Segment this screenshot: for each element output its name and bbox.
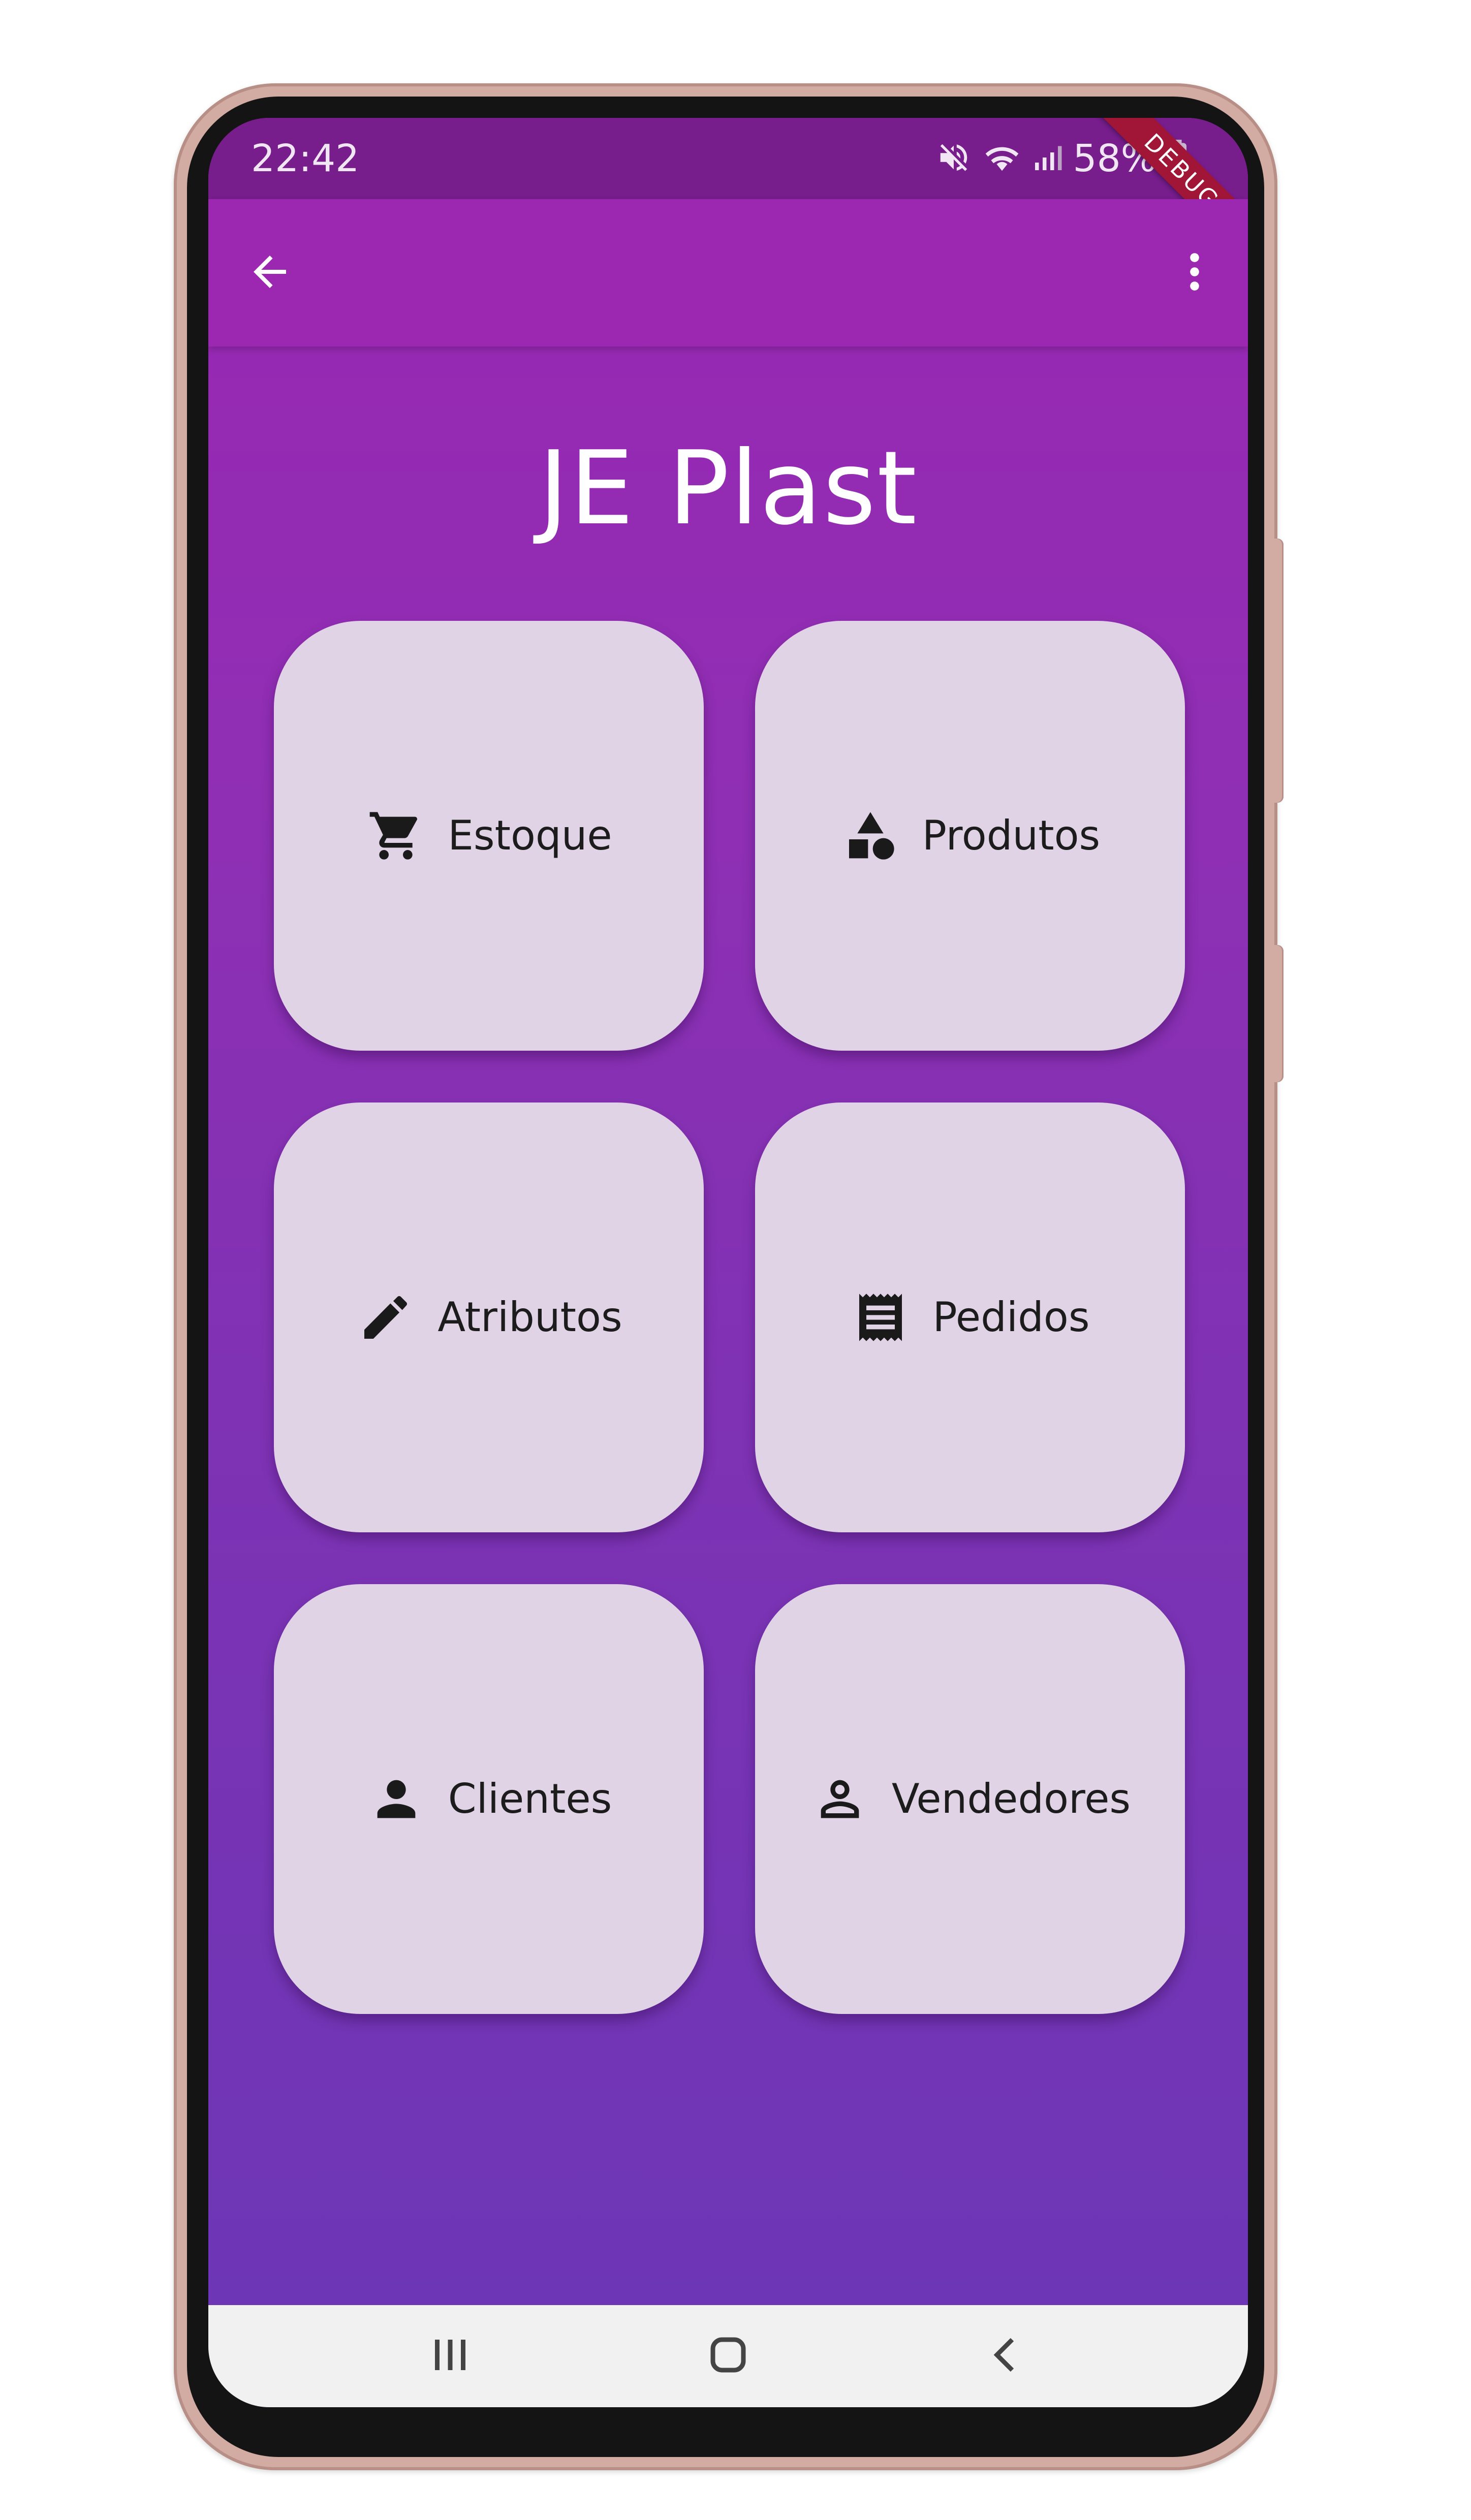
receipt-icon xyxy=(850,1287,911,1348)
pencil-icon xyxy=(355,1287,416,1348)
phone-screen: 22:42 58% DEBUG JE Plast Estoque Produto… xyxy=(208,118,1248,2407)
tile-label: Atributos xyxy=(437,1294,622,1341)
shopping-cart-icon xyxy=(365,805,426,866)
tile-pedidos[interactable]: Pedidos xyxy=(755,1102,1185,1532)
tile-label: Vendedores xyxy=(891,1775,1131,1822)
person-outline-icon xyxy=(809,1769,870,1830)
tile-produtos[interactable]: Produtos xyxy=(755,621,1185,1051)
category-icon xyxy=(840,805,901,866)
system-nav-bar xyxy=(208,2305,1248,2407)
tile-clientes[interactable]: Clientes xyxy=(274,1584,704,2014)
home-icon xyxy=(705,2332,751,2380)
tile-label: Produtos xyxy=(922,812,1101,859)
person-icon xyxy=(366,1769,427,1830)
tile-label: Pedidos xyxy=(932,1294,1090,1341)
more-vert-icon xyxy=(1170,247,1219,298)
recent-apps-button[interactable] xyxy=(410,2320,491,2391)
wifi-icon xyxy=(982,140,1022,177)
status-bar: 22:42 58% DEBUG xyxy=(208,118,1248,285)
home-button[interactable] xyxy=(687,2320,769,2391)
nav-back-button[interactable] xyxy=(965,2320,1047,2391)
back-button[interactable] xyxy=(237,240,303,306)
signal-icon xyxy=(1032,140,1063,177)
status-time: 22:42 xyxy=(251,137,360,180)
power-button xyxy=(1274,945,1284,1082)
arrow-back-icon xyxy=(245,247,294,298)
more-options-button[interactable] xyxy=(1162,240,1228,306)
mute-icon xyxy=(936,140,972,177)
tile-estoque[interactable]: Estoque xyxy=(274,621,704,1051)
tile-atributos[interactable]: Atributos xyxy=(274,1102,704,1532)
tile-label: Estoque xyxy=(448,812,612,859)
page-title: JE Plast xyxy=(538,429,918,548)
tile-label: Clientes xyxy=(448,1775,612,1822)
recent-apps-icon xyxy=(427,2332,473,2380)
tile-vendedores[interactable]: Vendedores xyxy=(755,1584,1185,2014)
volume-button xyxy=(1274,539,1284,803)
app-bar xyxy=(208,199,1248,346)
back-icon xyxy=(983,2332,1029,2380)
